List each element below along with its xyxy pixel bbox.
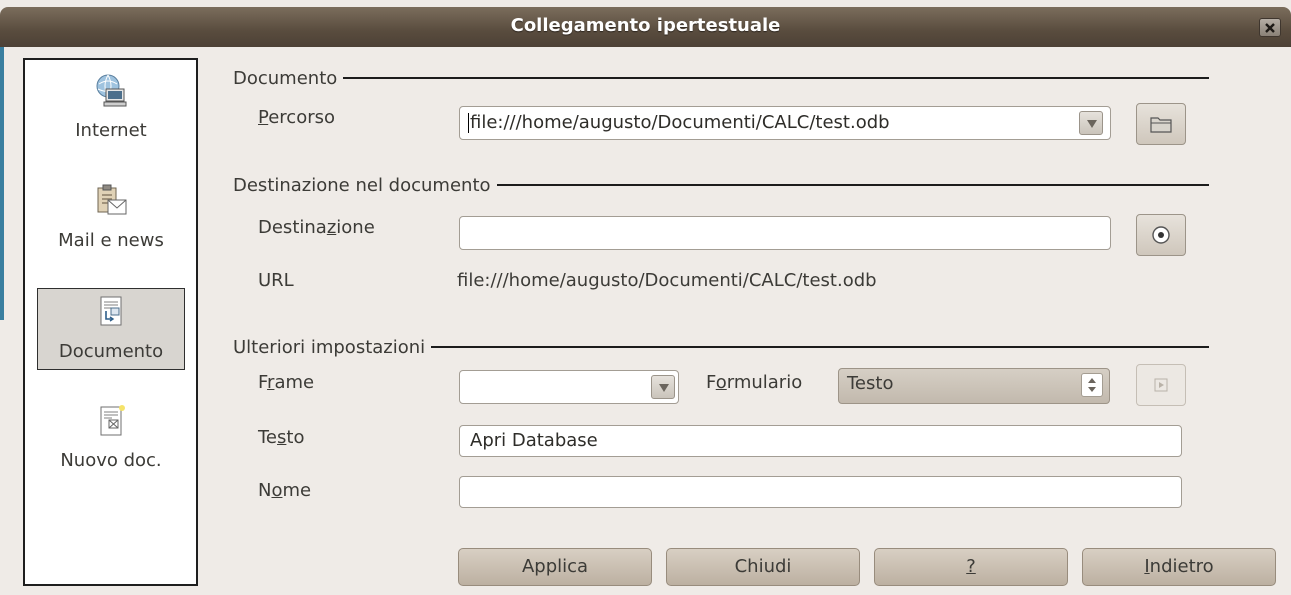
nav-item-internet[interactable]: Internet — [37, 68, 185, 150]
destinazione-input[interactable] — [459, 216, 1111, 250]
nome-input[interactable] — [459, 476, 1182, 508]
nav-label-nuovo-doc: Nuovo doc. — [60, 450, 162, 471]
section-destinazione-label: Destinazione nel documento — [233, 174, 491, 196]
testo-label: Testo — [258, 427, 304, 448]
testo-label-post: to — [286, 427, 305, 448]
hyperlink-dialog: Collegamento ipertestuale Internet Mail … — [0, 0, 1291, 595]
event-button[interactable] — [1136, 364, 1186, 406]
globe-computer-icon — [96, 74, 127, 107]
chevron-down-icon — [659, 384, 669, 392]
section-documento-label: Documento — [233, 67, 338, 89]
percorso-value: file:///home/augusto/Documenti/CALC/test… — [470, 112, 890, 133]
up-down-arrows-icon — [1088, 378, 1096, 392]
frame-dropdown-button[interactable] — [651, 375, 675, 399]
destinazione-label-mnemonic: z — [326, 217, 337, 238]
formulario-label-mnemonic: o — [715, 372, 727, 393]
percorso-label-post: ercorso — [268, 107, 335, 128]
testo-label-pre: Te — [258, 427, 278, 448]
title-bar[interactable]: Collegamento ipertestuale — [0, 7, 1291, 47]
indietro-label-rest: ndietro — [1149, 556, 1214, 577]
section-documento: Documento — [233, 66, 1209, 90]
nav-item-mail-news[interactable]: Mail e news — [37, 178, 185, 260]
formulario-label-pre: F — [706, 372, 716, 393]
nav-label-mail-news: Mail e news — [58, 230, 164, 251]
testo-label-mnemonic: s — [277, 427, 287, 448]
chiudi-button[interactable]: Chiudi — [666, 548, 860, 586]
nome-label-mnemonic: o — [271, 480, 283, 501]
target-button[interactable] — [1136, 214, 1186, 256]
chevron-down-icon — [1087, 120, 1097, 128]
formulario-label-post: rmulario — [726, 372, 803, 393]
formulario-label: Formulario — [706, 372, 802, 393]
section-ulteriori-label: Ulteriori impostazioni — [233, 336, 426, 358]
nav-label-internet: Internet — [75, 120, 147, 141]
section-divider — [343, 77, 1209, 79]
section-ulteriori: Ulteriori impostazioni — [233, 335, 1209, 359]
testo-input[interactable]: Apri Database — [459, 425, 1182, 457]
document-icon — [100, 296, 122, 326]
nav-item-documento[interactable]: Documento — [37, 288, 185, 370]
destinazione-label-pre: Destina — [258, 217, 327, 238]
url-label: URL — [258, 270, 294, 291]
folder-icon — [1150, 117, 1172, 133]
close-button[interactable] — [1259, 18, 1281, 37]
frame-label-pre: F — [258, 372, 268, 393]
help-label: ? — [966, 556, 976, 577]
play-icon — [1154, 378, 1168, 392]
destinazione-label-post: ione — [336, 217, 375, 238]
nav-item-nuovo-doc[interactable]: Nuovo doc. — [37, 398, 185, 480]
help-button[interactable]: ? — [874, 548, 1068, 586]
open-file-button[interactable] — [1136, 103, 1186, 145]
nome-label-post: me — [282, 480, 312, 501]
background-window-edge — [0, 20, 4, 320]
frame-label-post: ame — [274, 372, 315, 393]
indietro-button[interactable]: Indietro — [1082, 548, 1276, 586]
section-divider — [431, 346, 1209, 348]
nome-label-pre: N — [258, 480, 272, 501]
url-value: file:///home/augusto/Documenti/CALC/test… — [457, 270, 877, 291]
category-panel: Internet Mail e news Documento Nuovo doc… — [23, 58, 198, 586]
formulario-select[interactable]: Testo — [838, 368, 1110, 404]
frame-label: Frame — [258, 372, 314, 393]
percorso-label-mnemonic: P — [258, 107, 269, 128]
mail-clipboard-icon — [97, 184, 127, 215]
section-divider — [496, 184, 1209, 186]
nome-label: Nome — [258, 480, 311, 501]
dialog-title: Collegamento ipertestuale — [510, 15, 781, 36]
formulario-value: Testo — [847, 373, 894, 394]
destinazione-label: Destinazione — [258, 217, 375, 238]
nav-label-documento: Documento — [58, 341, 164, 362]
frame-combobox[interactable] — [459, 370, 679, 404]
percorso-label: Percorso — [258, 107, 335, 128]
formulario-spinner[interactable] — [1081, 373, 1103, 397]
section-destinazione: Destinazione nel documento — [233, 173, 1209, 197]
testo-value: Apri Database — [470, 430, 598, 451]
percorso-dropdown-button[interactable] — [1079, 111, 1103, 135]
close-icon — [1265, 23, 1275, 33]
new-document-icon — [100, 405, 125, 436]
text-cursor — [468, 113, 469, 133]
percorso-combobox[interactable]: file:///home/augusto/Documenti/CALC/test… — [459, 106, 1111, 140]
applica-button[interactable]: Applica — [458, 548, 652, 586]
target-icon — [1152, 226, 1170, 244]
